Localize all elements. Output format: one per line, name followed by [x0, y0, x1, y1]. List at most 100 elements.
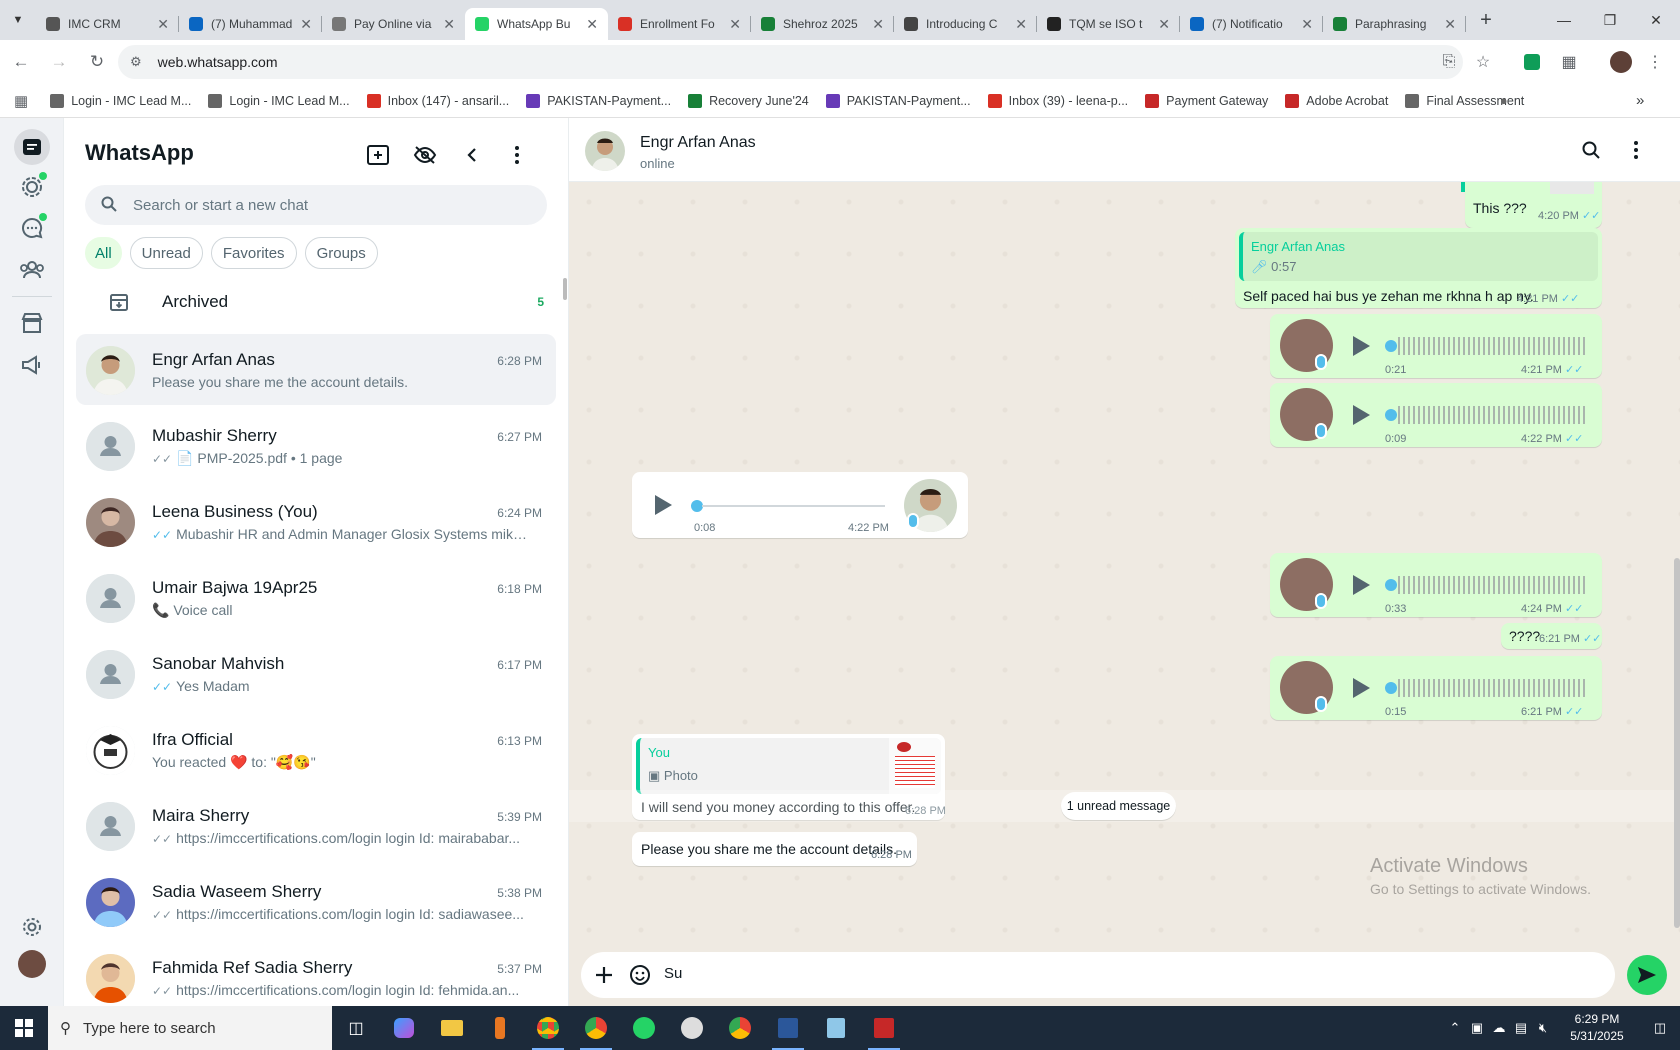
- conversation-scrollbar[interactable]: [1674, 188, 1680, 938]
- attach-plus-icon[interactable]: [592, 963, 616, 987]
- play-icon[interactable]: [1353, 405, 1370, 425]
- search-icon[interactable]: [1579, 138, 1603, 162]
- bookmark-star-icon[interactable]: ☆: [1472, 51, 1494, 73]
- browser-tab[interactable]: WhatsApp Bu ✕: [465, 8, 608, 40]
- tab-close-icon[interactable]: ✕: [1158, 16, 1170, 33]
- voice-waveform[interactable]: [1398, 337, 1586, 355]
- bookmark-item[interactable]: Payment Gateway: [1145, 93, 1268, 108]
- message-bubble-outgoing[interactable]: ???? 6:21 PM ✓✓: [1501, 623, 1602, 649]
- tab-close-icon[interactable]: ✕: [300, 16, 312, 33]
- tray-overflow-icon[interactable]: ⌃: [1444, 1020, 1466, 1036]
- channels-icon[interactable]: [17, 213, 47, 243]
- search-input[interactable]: [133, 196, 513, 214]
- chat-list-item[interactable]: Leena Business (You) 6:24 PM ✓✓ Mubashir HR…: [76, 486, 556, 562]
- task-view-icon[interactable]: ◫: [332, 1006, 380, 1050]
- chat-list-item[interactable]: Mubashir Sherry 6:27 PM ✓✓ 📄 PMP-2025.pdf •…: [76, 410, 556, 486]
- message-input[interactable]: [664, 965, 1564, 982]
- site-info-icon[interactable]: ⚙: [130, 54, 142, 70]
- tab-close-icon[interactable]: ✕: [729, 16, 741, 33]
- bookmark-item[interactable]: Adobe Acrobat: [1285, 93, 1388, 108]
- menu-dots-icon[interactable]: [504, 142, 530, 168]
- voice-progress-knob[interactable]: [1385, 682, 1397, 694]
- forward-icon[interactable]: →: [42, 45, 76, 79]
- tab-close-icon[interactable]: ✕: [1444, 16, 1456, 33]
- close-window-button[interactable]: ✕: [1633, 0, 1679, 40]
- new-chat-icon[interactable]: [365, 142, 391, 168]
- play-icon[interactable]: [1353, 678, 1370, 698]
- tab-search-button[interactable]: ▼: [0, 0, 36, 40]
- chat-list-item[interactable]: Maira Sherry 5:39 PM ✓✓ https://imccertific…: [76, 790, 556, 866]
- emoji-sticker-icon[interactable]: [628, 963, 652, 987]
- filter-favorites[interactable]: Favorites: [210, 237, 297, 269]
- voice-message-incoming[interactable]: 0:08 4:22 PM: [632, 472, 968, 538]
- filter-unread[interactable]: Unread: [129, 237, 203, 269]
- chat-list-item[interactable]: Sadia Waseem Sherry 5:38 PM ✓✓ https://imcc…: [76, 866, 556, 942]
- voice-waveform[interactable]: [1398, 576, 1586, 594]
- tab-close-icon[interactable]: ✕: [586, 16, 598, 33]
- browser-tab[interactable]: Enrollment Fo ✕: [608, 8, 751, 40]
- voice-progress-knob[interactable]: [1385, 409, 1397, 421]
- acrobat-icon[interactable]: [860, 1006, 908, 1050]
- message-bubble-outgoing[interactable]: This ??? 4:20 PM ✓✓: [1461, 182, 1602, 228]
- network-icon[interactable]: ▤: [1510, 1020, 1532, 1036]
- filter-all[interactable]: All: [85, 237, 122, 269]
- archived-row[interactable]: Archived 5: [76, 278, 556, 326]
- taskbar-search-box[interactable]: ⚲ Type here to search: [48, 1006, 332, 1050]
- eye-off-icon[interactable]: [412, 142, 438, 168]
- install-app-icon[interactable]: ⎘: [1438, 51, 1460, 73]
- new-tab-button[interactable]: +: [1472, 9, 1500, 32]
- bookmark-item[interactable]: Inbox (39) - leena-p...: [987, 93, 1128, 108]
- voice-waveform[interactable]: [1398, 406, 1586, 424]
- tab-close-icon[interactable]: ✕: [443, 16, 455, 33]
- profile-avatar[interactable]: [1610, 51, 1632, 73]
- play-icon[interactable]: [1353, 575, 1370, 595]
- file-explorer-icon[interactable]: [428, 1006, 476, 1050]
- voice-message-outgoing[interactable]: 0:33 4:24 PM ✓✓: [1270, 553, 1602, 617]
- browser-tab[interactable]: TQM se ISO t ✕: [1037, 8, 1180, 40]
- tray-app-icon[interactable]: ▣: [1466, 1020, 1488, 1036]
- voice-message-outgoing[interactable]: 0:21 4:21 PM ✓✓: [1270, 314, 1602, 378]
- bookmark-item[interactable]: Login - IMC Lead M...: [50, 93, 191, 108]
- browser-tab[interactable]: Paraphrasing ✕: [1323, 8, 1466, 40]
- clock-app-icon[interactable]: [668, 1006, 716, 1050]
- browser-tab[interactable]: (7) Notificatio ✕: [1180, 8, 1323, 40]
- tab-close-icon[interactable]: ✕: [1015, 16, 1027, 33]
- voice-progress-knob[interactable]: [1385, 340, 1397, 352]
- browser-tab[interactable]: IMC CRM ✕: [36, 8, 179, 40]
- scroll-thumb[interactable]: [1674, 558, 1680, 928]
- quoted-message[interactable]: You ▣ Photo: [636, 738, 941, 794]
- profile-avatar-rail[interactable]: [18, 950, 46, 978]
- chat-list-item[interactable]: Umair Bajwa 19Apr25 6:18 PM 📞 Voice call: [76, 562, 556, 638]
- whatsapp-icon[interactable]: [620, 1006, 668, 1050]
- bookmark-item[interactable]: PAKISTAN-Payment...: [526, 93, 671, 108]
- voice-message-outgoing[interactable]: 0:15 6:21 PM ✓✓: [1270, 656, 1602, 720]
- menu-dots-icon[interactable]: [1624, 138, 1648, 162]
- filter-groups[interactable]: Groups: [304, 237, 378, 269]
- message-bubble-incoming[interactable]: Please you share me the account details.…: [632, 832, 917, 866]
- chrome-icon-2[interactable]: [572, 1006, 620, 1050]
- bookmark-item[interactable]: Inbox (147) - ansaril...: [366, 93, 509, 108]
- bookmark-item[interactable]: Login - IMC Lead M...: [208, 93, 350, 108]
- reload-icon[interactable]: ↻: [80, 45, 114, 79]
- bookmarks-overflow-icon[interactable]: »: [1636, 92, 1644, 109]
- voice-progress-knob[interactable]: [1385, 579, 1397, 591]
- back-icon[interactable]: ←: [4, 45, 38, 79]
- conversation-header[interactable]: Engr Arfan Anas online: [569, 118, 1680, 182]
- copilot-icon[interactable]: [380, 1006, 428, 1050]
- contact-avatar[interactable]: [585, 131, 625, 171]
- quoted-message[interactable]: Engr Arfan Anas 🎤︎ 0:57: [1239, 232, 1598, 281]
- chat-list-item[interactable]: Engr Arfan Anas 6:28 PM Please you share m…: [76, 334, 556, 405]
- play-icon[interactable]: [655, 495, 672, 515]
- voice-progress-track[interactable]: [702, 505, 885, 507]
- send-button[interactable]: [1627, 955, 1667, 995]
- status-icon[interactable]: [17, 172, 47, 202]
- message-bubble-outgoing[interactable]: Engr Arfan Anas 🎤︎ 0:57 Self paced hai b…: [1235, 228, 1602, 308]
- chrome-icon-3[interactable]: [716, 1006, 764, 1050]
- word-icon[interactable]: [764, 1006, 812, 1050]
- maximize-button[interactable]: ❐: [1587, 0, 1633, 40]
- address-bar[interactable]: ⚙ web.whatsapp.com: [118, 45, 1463, 79]
- chat-list-scrollbar[interactable]: [563, 278, 567, 300]
- apps-grid-icon[interactable]: ▦: [14, 92, 28, 110]
- tab-close-icon[interactable]: ✕: [157, 16, 169, 33]
- bookmark-more-icon[interactable]: ●: [1500, 94, 1508, 108]
